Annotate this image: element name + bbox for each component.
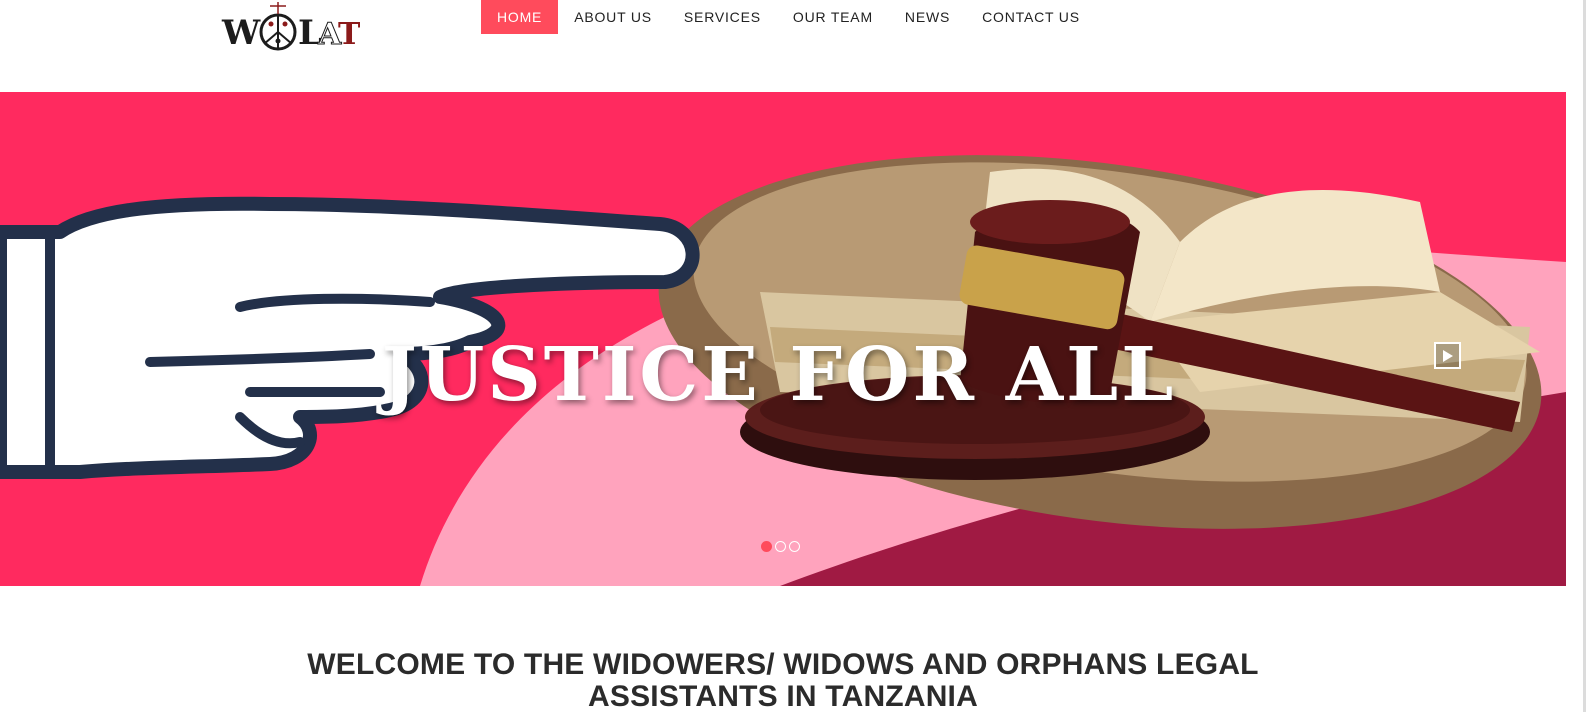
- nav-home[interactable]: HOME: [481, 0, 559, 34]
- slide-dot-1[interactable]: [761, 541, 772, 552]
- svg-text:W: W: [221, 13, 261, 53]
- slider-play-button[interactable]: [1434, 342, 1461, 369]
- hero-slider: JUSTICE FOR ALL: [0, 92, 1566, 586]
- welcome-heading-line-1: WELCOME TO THE WIDOWERS/ WIDOWS AND ORPH…: [307, 647, 1259, 681]
- main-nav: HOME ABOUT US SERVICES OUR TEAM NEWS CON…: [481, 0, 1096, 34]
- play-icon: [1443, 350, 1453, 362]
- logo-graphic: W L A T: [221, 2, 361, 53]
- welcome-heading: WELCOME TO THE WIDOWERS/ WIDOWS AND ORPH…: [0, 647, 1566, 713]
- nav-news[interactable]: NEWS: [889, 0, 966, 34]
- slide-dot-2[interactable]: [775, 541, 786, 552]
- hero-title: JUSTICE FOR ALL: [381, 331, 1177, 418]
- welcome-heading-line-2: ASSISTANTS IN TANZANIA: [588, 679, 978, 713]
- slide-dot-3[interactable]: [789, 541, 800, 552]
- nav-our-team[interactable]: OUR TEAM: [777, 0, 889, 34]
- nav-contact-us[interactable]: CONTACT US: [966, 0, 1096, 34]
- nav-about-us[interactable]: ABOUT US: [558, 0, 668, 34]
- nav-services[interactable]: SERVICES: [668, 0, 777, 34]
- site-logo[interactable]: W L A T: [220, 0, 361, 58]
- slider-pagination: [761, 541, 800, 552]
- svg-text:T: T: [338, 17, 360, 52]
- site-header: W L A T HOME ABOUT US SERVICES OUR TEAM …: [0, 0, 1586, 92]
